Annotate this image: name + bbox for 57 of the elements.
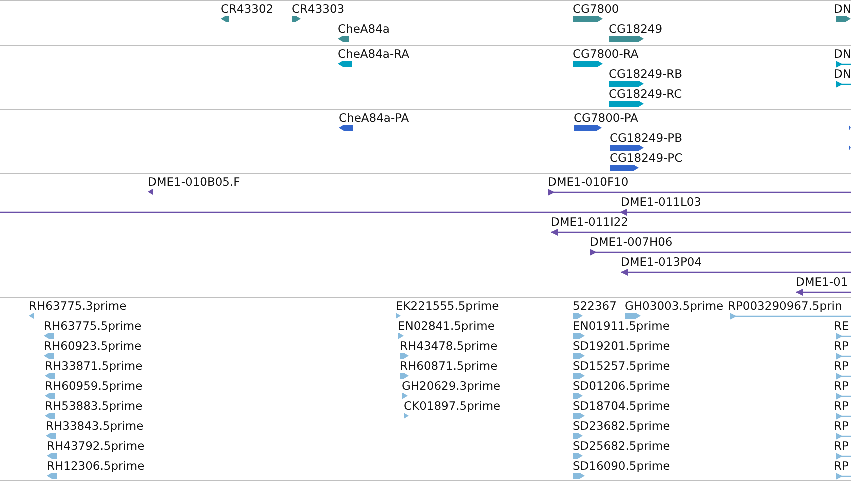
- feature-label: CG7800: [573, 2, 620, 16]
- feature-label: CheA84a-RA: [338, 47, 410, 61]
- feature-label: DME1-013P04: [621, 255, 702, 269]
- feature-label: DME1-010B05.F: [148, 175, 240, 189]
- feature-label: DME1-011L03: [621, 195, 702, 209]
- feature-label: RP: [834, 399, 849, 413]
- feature-label: CG7800-RA: [573, 47, 639, 61]
- feature-label: SD23682.5prime: [573, 419, 670, 433]
- feature-label: RP: [834, 339, 849, 353]
- feature-label: RH53883.5prime: [45, 399, 143, 413]
- feature-label: DME1-010F10: [548, 175, 629, 189]
- feature-label: SD01206.5prime: [573, 379, 670, 393]
- feature-label: RP003290967.5prin: [728, 299, 842, 313]
- feature-label: RH60923.5prime: [44, 339, 142, 353]
- feature-label: CG18249-RC: [609, 87, 682, 101]
- feature-label: CheA84a: [338, 22, 390, 36]
- feature-label: SD25682.5prime: [573, 439, 670, 453]
- feature-label: SD19201.5prime: [573, 339, 670, 353]
- feature-label: 522367: [573, 299, 617, 313]
- feature-label: DN: [834, 67, 851, 81]
- feature-label: EN02841.5prime: [398, 319, 495, 333]
- feature-label: CR43302: [221, 2, 274, 16]
- feature-label: SD18704.5prime: [573, 399, 670, 413]
- feature-label: RH63775.3prime: [29, 299, 127, 313]
- feature-label: RE: [834, 319, 850, 333]
- feature-label: GH20629.3prime: [402, 379, 501, 393]
- feature-label: RH43792.5prime: [47, 439, 145, 453]
- feature-label: RH33843.5prime: [46, 419, 144, 433]
- feature-label: DME1-011I22: [551, 215, 628, 229]
- feature-label: DME1-01: [796, 275, 848, 289]
- feature-label: RP: [834, 419, 849, 433]
- feature-label: RH12306.5prime: [47, 459, 145, 473]
- feature-label: GH03003.5prime: [625, 299, 724, 313]
- feature-label: RP: [834, 439, 849, 453]
- feature-label: SD16090.5prime: [573, 459, 670, 473]
- feature-label: RP: [834, 359, 849, 373]
- feature-label: RP: [834, 379, 849, 393]
- feature-label: RH43478.5prime: [400, 339, 498, 353]
- feature-label: CG18249-PB: [610, 131, 682, 145]
- feature-label: EN01911.5prime: [573, 319, 670, 333]
- feature-label: CG7800-PA: [574, 111, 638, 125]
- feature-label: CG18249: [609, 22, 663, 36]
- feature-label: CG18249-RB: [609, 67, 683, 81]
- feature-label: RH33871.5prime: [45, 359, 143, 373]
- feature-label: CG18249-PC: [610, 151, 683, 165]
- feature-label: DN: [834, 47, 851, 61]
- feature-label: DN: [834, 2, 851, 16]
- feature-label: RH63775.5prime: [44, 319, 142, 333]
- feature-label: EK221555.5prime: [396, 299, 500, 313]
- feature-label: RH60871.5prime: [400, 359, 498, 373]
- feature-label: CK01897.5prime: [404, 399, 501, 413]
- feature-label: DME1-007H06: [590, 235, 673, 249]
- feature-label: CR43303: [292, 2, 345, 16]
- feature-label: RP: [834, 459, 849, 473]
- feature-label: SD15257.5prime: [573, 359, 670, 373]
- feature-label: CheA84a-PA: [339, 111, 410, 125]
- feature-label: RH60959.5prime: [45, 379, 143, 393]
